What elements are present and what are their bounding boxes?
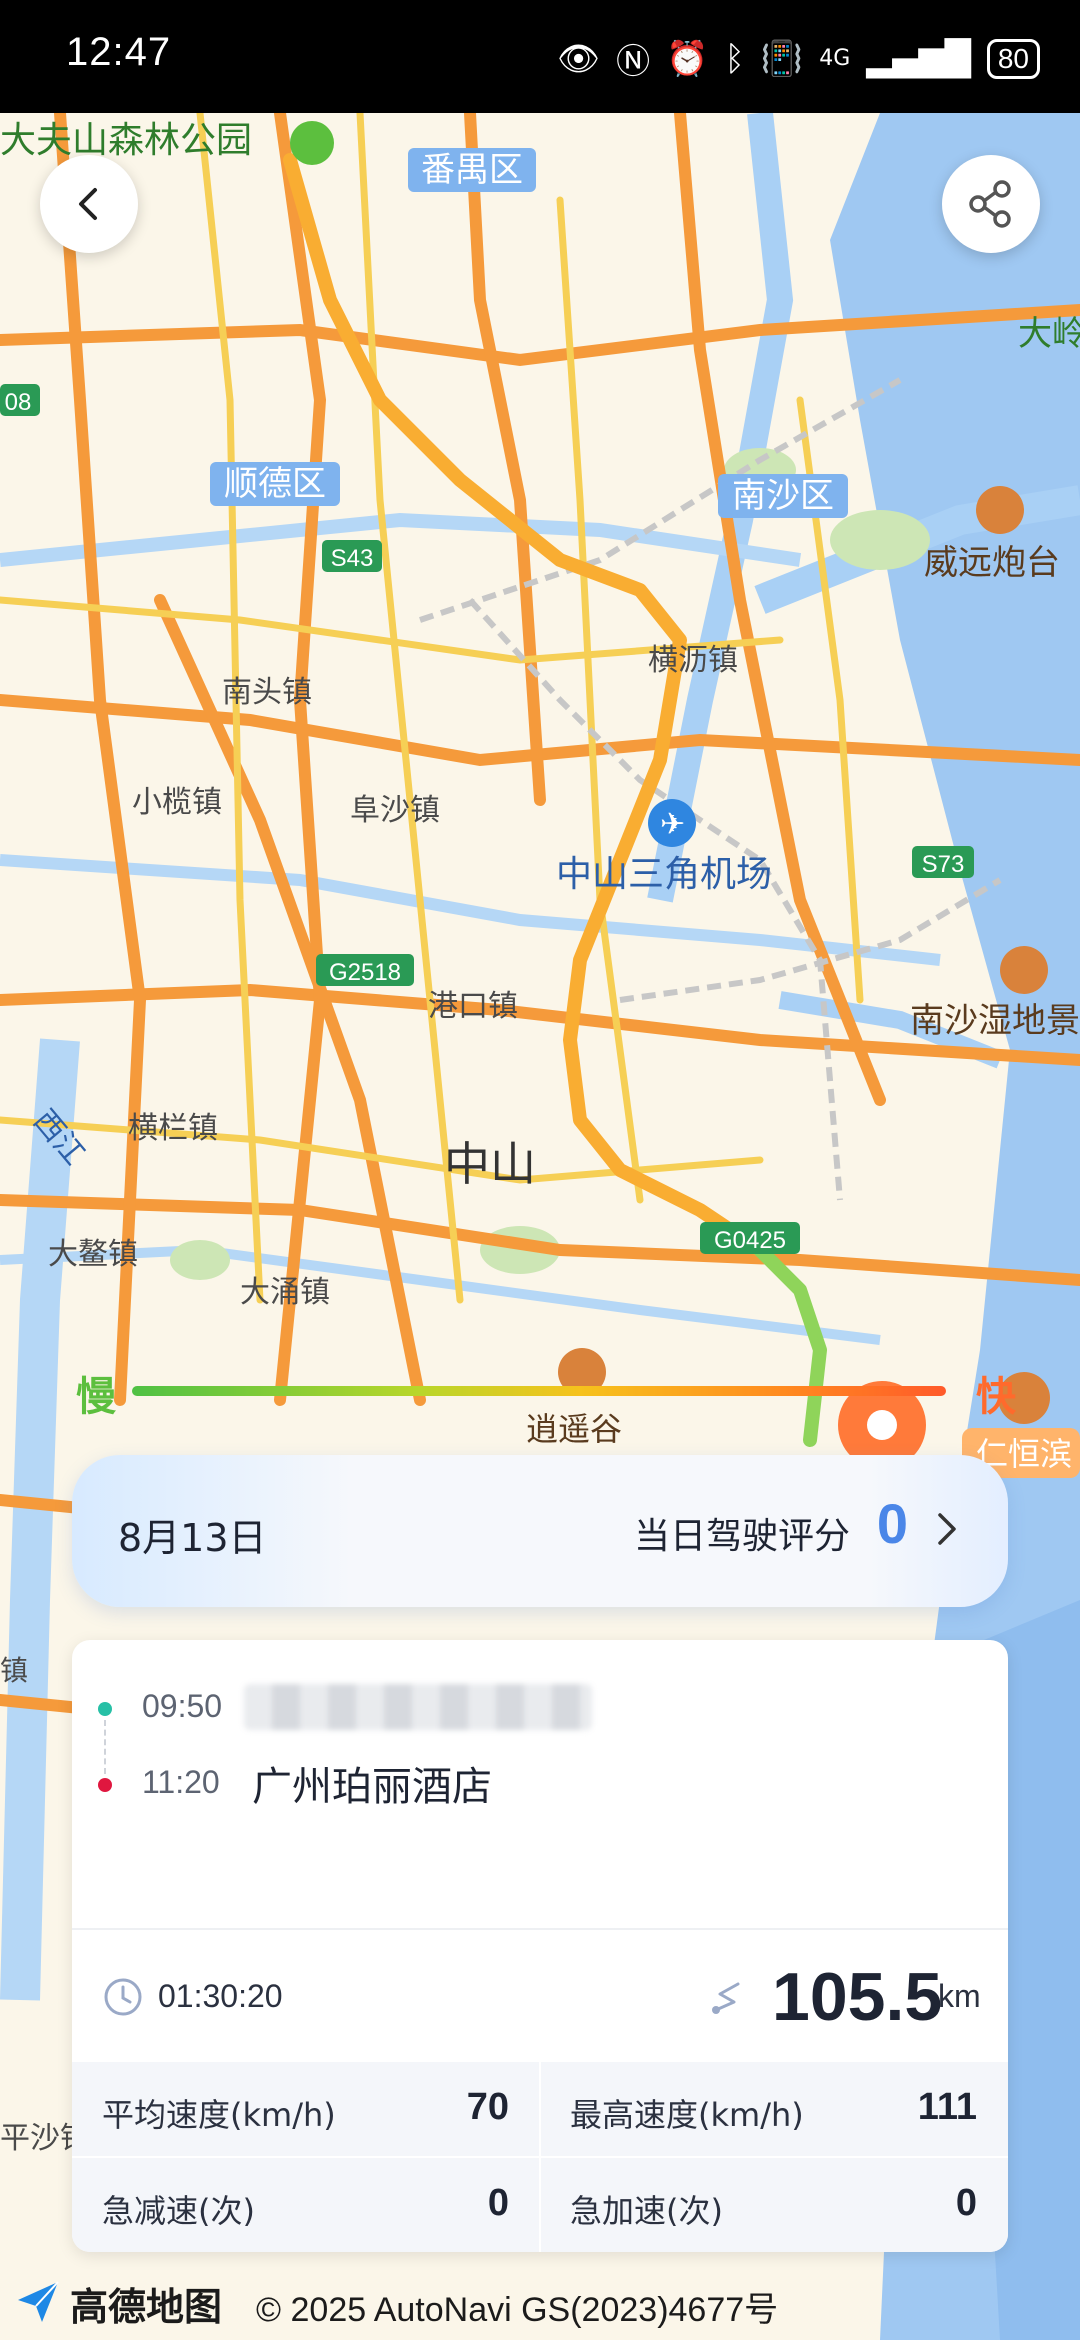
- start-time: 09:50: [142, 1688, 223, 1724]
- stat-value: 0: [955, 2182, 977, 2224]
- map-label-nansha: 南沙区: [732, 476, 834, 516]
- clock-icon: [104, 1978, 142, 2016]
- map-label-panyu: 番禺区: [421, 150, 523, 190]
- start-location-redacted: [244, 1684, 592, 1730]
- map-label-xiaolan: 小榄镇: [132, 785, 222, 820]
- chevron-right-icon: [938, 1513, 956, 1545]
- map-label-dalin: 大岭: [1018, 314, 1080, 354]
- divider: [72, 1928, 1008, 1930]
- stat-value: 111: [917, 2086, 977, 2128]
- map-label-dayong: 大涌镇: [240, 1275, 330, 1310]
- battery-indicator: 80: [986, 38, 1040, 79]
- bluetooth-icon: ᛒ: [724, 38, 745, 79]
- stat-avg-speed: 平均速度(km/h) 70: [72, 2062, 539, 2156]
- end-location-name: 广州珀丽酒店: [252, 1764, 492, 1810]
- status-icons: 👁 Ⓝ ⏰ ᛒ 📳 4G ▂▄▆█ 80: [557, 34, 1040, 83]
- start-point-dot: [98, 1702, 112, 1716]
- trip-detail-card: 09:50 11:20 广州珀丽酒店 01:30:20 105.5 km 平均速…: [72, 1640, 1008, 2252]
- map-attribution: 高德地图 © 2025 AutoNavi GS(2023)4677号: [0, 2270, 1080, 2340]
- shield-g2518: G2518: [329, 959, 401, 986]
- map-copyright: © 2025 AutoNavi GS(2023)4677号: [256, 2291, 779, 2329]
- chevron-left-icon: [79, 188, 97, 220]
- stats-divider-horizontal: [72, 2156, 1008, 2158]
- stat-hard-brake: 急减速(次) 0: [72, 2158, 539, 2252]
- map-label-nansha-wetland: 南沙湿地景: [910, 1001, 1080, 1041]
- speed-gradient-bar: [132, 1386, 946, 1396]
- share-button[interactable]: [942, 155, 1040, 253]
- amap-logo-icon: [18, 2281, 59, 2322]
- map-label-gangkou: 港口镇: [428, 989, 518, 1024]
- map-label-dachong: 大鳌镇: [48, 1237, 138, 1272]
- shield-g0425: G0425: [714, 1227, 786, 1254]
- shield-s73: S73: [922, 851, 965, 878]
- driving-score-label: 当日驾驶评分: [633, 1516, 850, 1557]
- trip-stats-grid: 平均速度(km/h) 70 最高速度(km/h) 111 急减速(次) 0 急加…: [72, 2062, 1008, 2252]
- alarm-icon: ⏰: [666, 38, 709, 79]
- stat-value: 0: [487, 2182, 509, 2224]
- stat-label: 平均速度(km/h): [102, 2096, 336, 2134]
- stat-value: 70: [466, 2086, 509, 2128]
- map-label-shunde: 顺德区: [224, 464, 326, 504]
- driving-score-value: 0: [876, 1492, 908, 1555]
- stat-label: 急减速(次): [102, 2192, 255, 2230]
- map-label-dafushan: 大夫山森林公园: [0, 120, 252, 161]
- map-label-nantou: 南头镇: [222, 675, 312, 710]
- trip-distance: 105.5: [772, 1959, 943, 2035]
- route-connector: [104, 1720, 106, 1774]
- trip-date: 8月13日: [118, 1516, 267, 1560]
- network-type: 4G: [819, 46, 851, 71]
- speed-legend: 慢 快: [76, 1360, 1016, 1420]
- trip-distance-unit: km: [938, 1978, 981, 2014]
- end-time: 11:20: [142, 1764, 220, 1800]
- stat-label: 最高速度(km/h): [570, 2096, 804, 2134]
- amap-brand: 高德地图: [70, 2285, 223, 2329]
- speed-legend-slow: 慢: [76, 1374, 116, 1420]
- shield-edge: 08: [5, 389, 32, 416]
- trip-duration: 01:30:20: [158, 1978, 283, 2014]
- stat-max-speed: 最高速度(km/h) 111: [540, 2062, 1007, 2156]
- share-icon: [969, 180, 1011, 228]
- day-score-card[interactable]: 8月13日 当日驾驶评分 0: [72, 1455, 1008, 1607]
- map-label-airport: 中山三角机场: [556, 854, 772, 895]
- map-label-hengli: 横沥镇: [648, 643, 738, 678]
- route-distance-icon: [712, 1982, 740, 2014]
- map-label-henglan: 横栏镇: [128, 1111, 218, 1146]
- map-label-weiyuan: 威远炮台: [924, 543, 1060, 583]
- status-time: 12:47: [66, 30, 172, 74]
- vibrate-icon: 📳: [760, 38, 804, 79]
- signal-icon: ▂▄▆█: [866, 38, 971, 79]
- shield-s43: S43: [331, 545, 374, 572]
- eye-icon: 👁: [556, 38, 601, 79]
- status-bar: 12:47 👁 Ⓝ ⏰ ᛒ 📳 4G ▂▄▆█ 80: [0, 0, 1080, 113]
- stat-label: 急加速(次): [570, 2192, 723, 2230]
- end-point-dot: [98, 1778, 112, 1792]
- back-button[interactable]: [40, 155, 138, 253]
- map-label-fusha: 阜沙镇: [350, 793, 440, 828]
- speed-legend-fast: 快: [976, 1374, 1016, 1420]
- svg-text:✈: ✈: [660, 807, 685, 842]
- nfc-icon: Ⓝ: [616, 42, 651, 82]
- map-label-zhen: 镇: [0, 1654, 28, 1687]
- stat-hard-accel: 急加速(次) 0: [540, 2158, 1007, 2252]
- map-label-zhongshan: 中山: [444, 1137, 536, 1191]
